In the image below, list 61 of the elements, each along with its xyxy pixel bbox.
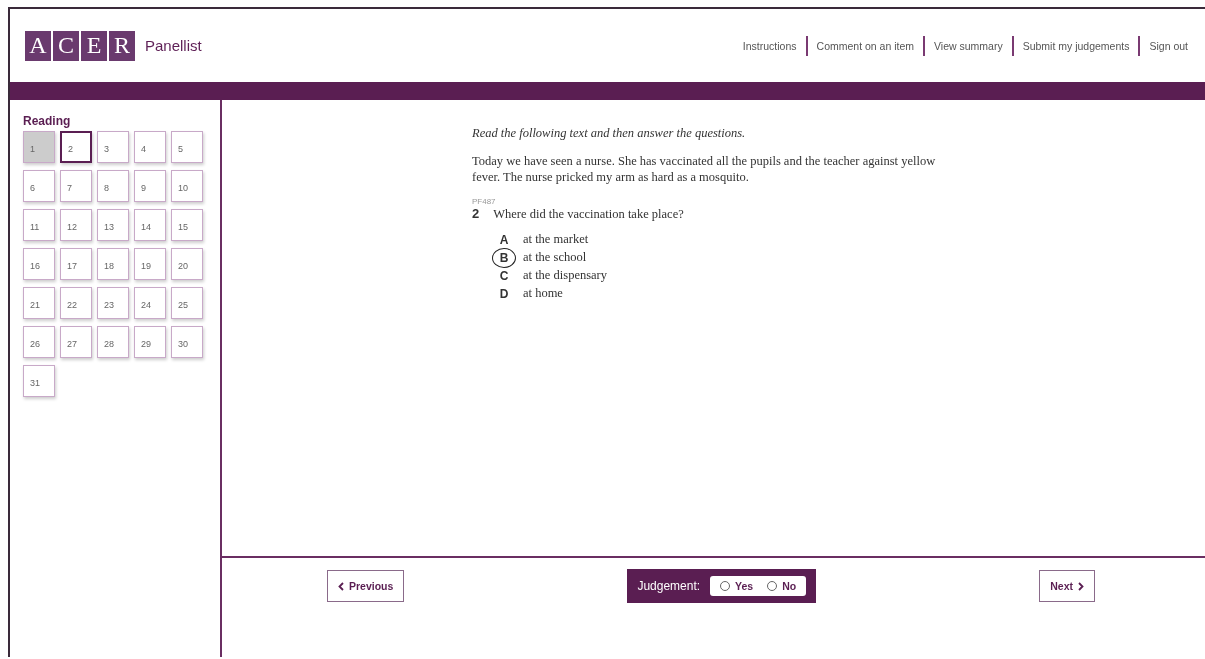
item-tile[interactable]: 26	[23, 326, 55, 358]
item-tile[interactable]: 20	[171, 248, 203, 280]
item-tile[interactable]: 7	[60, 170, 92, 202]
question-text: Where did the vaccination take place?	[493, 207, 684, 222]
section-title: Reading	[23, 114, 72, 128]
item-tile[interactable]: 9	[134, 170, 166, 202]
logo-letter: E	[81, 30, 107, 61]
radio-option[interactable]: No	[767, 580, 797, 592]
nav-link[interactable]: Sign out	[1138, 35, 1197, 56]
item-tile[interactable]: 12	[60, 209, 92, 241]
item-tile[interactable]: 13	[97, 209, 129, 241]
option-text: at the market	[523, 232, 589, 247]
item-tile[interactable]: 31	[23, 365, 55, 397]
item-tile[interactable]: 8	[97, 170, 129, 202]
item-tile[interactable]: 22	[60, 287, 92, 319]
item-tile[interactable]: 23	[97, 287, 129, 319]
option-letter: A	[498, 232, 510, 247]
item-tile[interactable]: 25	[171, 287, 203, 319]
option-text: at home	[523, 286, 563, 301]
item-tile[interactable]: 29	[134, 326, 166, 358]
item-tile[interactable]: 5	[171, 131, 203, 163]
item-tile[interactable]: 27	[60, 326, 92, 358]
option-letter: D	[498, 286, 510, 301]
product-name: Panellist	[145, 37, 202, 54]
nav-link[interactable]: Instructions	[733, 35, 806, 56]
question-number: 2	[472, 206, 480, 221]
logo-letter: C	[53, 30, 79, 61]
item-tile[interactable]: 1	[23, 131, 55, 163]
nav-link[interactable]: Comment on an item	[805, 35, 923, 56]
item-tile[interactable]: 15	[171, 209, 203, 241]
chevron-left-icon	[338, 581, 344, 591]
item-tile[interactable]: 17	[60, 248, 92, 280]
item-tile[interactable]: 19	[134, 248, 166, 280]
nav-link[interactable]: View summary	[923, 35, 1012, 56]
item-tile[interactable]: 16	[23, 248, 55, 280]
radio-option[interactable]: Yes	[720, 580, 754, 592]
item-tile[interactable]: 21	[23, 287, 55, 319]
item-tile[interactable]: 11	[23, 209, 55, 241]
chevron-right-icon	[1078, 581, 1084, 591]
item-tile[interactable]: 4	[134, 131, 166, 163]
option-text: at the dispensary	[523, 268, 607, 283]
item-tile[interactable]: 30	[171, 326, 203, 358]
instruction-text: Read the following text and then answer the questions.	[472, 126, 747, 141]
item-code: PF487	[472, 197, 497, 206]
item-tile[interactable]: 14	[134, 209, 166, 241]
item-tile[interactable]: 28	[97, 326, 129, 358]
option-text: at the school	[523, 250, 587, 265]
previous-button[interactable]: Previous	[327, 570, 405, 602]
item-tile[interactable]: 24	[134, 287, 166, 319]
judgement-label: Judgement:	[637, 579, 701, 593]
logo-letter: A	[25, 30, 51, 61]
item-tile[interactable]: 10	[171, 170, 203, 202]
item-tile[interactable]: 18	[97, 248, 129, 280]
nav-link[interactable]: Submit my judgements	[1011, 35, 1139, 56]
item-tile[interactable]: 3	[97, 131, 129, 163]
next-button[interactable]: Next	[1039, 570, 1095, 602]
logo-letter: R	[109, 30, 135, 61]
item-tile[interactable]: 6	[23, 170, 55, 202]
item-tile[interactable]: 2	[60, 131, 92, 163]
reading-passage: Today we have seen a nurse. She has vaccinated all the pupils and the teacher against yellow fever. The nurse pricked my arm as hard as a mosquito.	[472, 153, 937, 185]
option-letter: C	[498, 268, 510, 283]
